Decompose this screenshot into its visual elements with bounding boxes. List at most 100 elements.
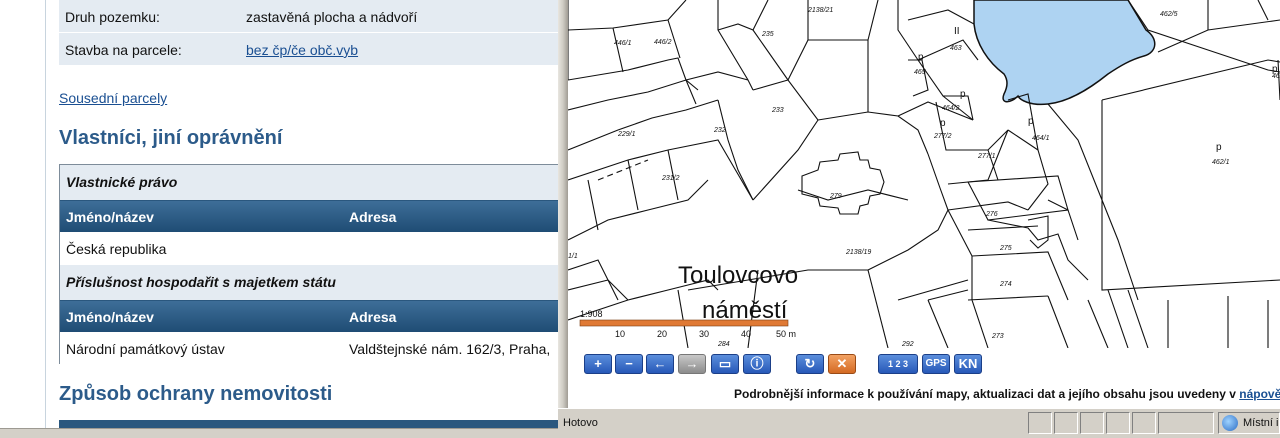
street-name: Toulovcovo xyxy=(678,262,798,289)
scale-tick: 30 xyxy=(699,329,709,339)
plus-icon: + xyxy=(594,356,602,371)
management-section-title: Příslušnost hospodařit s majetkem státu xyxy=(66,274,336,290)
parcel-label: 233 xyxy=(771,107,784,114)
parcel-label: II xyxy=(954,26,960,37)
cadastral-map[interactable]: 446/1 446/2 235 2138/21 463 465 462/5 46… xyxy=(568,0,1280,348)
kn-button[interactable]: KN xyxy=(954,354,982,374)
coordinates-icon: 1 2 3 xyxy=(887,359,909,369)
symbol-p: p xyxy=(1272,64,1278,75)
symbol-p: p xyxy=(940,118,946,129)
col-address-header: Adresa xyxy=(349,309,397,325)
globe-icon xyxy=(1222,415,1238,431)
map-canvas[interactable]: 446/1 446/2 235 2138/21 463 465 462/5 46… xyxy=(568,0,1280,348)
owners-table: Vlastnické právo Jméno/název Adresa Česk… xyxy=(59,164,558,365)
owners-table-header: Jméno/název Adresa xyxy=(60,200,558,232)
parcel-label: 274 xyxy=(999,281,1012,288)
parcel-label: 463 xyxy=(950,45,962,52)
land-type-value: zastavěná plocha a nádvoří xyxy=(246,9,418,25)
help-link[interactable]: nápovědě xyxy=(1239,387,1280,401)
scale-ratio: 1:908 xyxy=(580,309,603,319)
status-cell xyxy=(1080,412,1104,434)
coordinates-button[interactable]: 1 2 3 xyxy=(878,354,918,374)
pan-left-button[interactable]: ← xyxy=(646,354,674,374)
zone-text: Místní in xyxy=(1243,417,1279,429)
neighbor-parcels-link[interactable]: Sousední parcely xyxy=(59,90,167,106)
parcel-label: 464/1 xyxy=(1032,135,1050,142)
parcel-label: 277/2 xyxy=(933,133,952,140)
parcel-label: 446/2 xyxy=(654,39,672,46)
pane-splitter[interactable] xyxy=(558,0,568,438)
parcel-label: 446/1 xyxy=(614,40,632,47)
parcel-label: 232 xyxy=(713,127,726,134)
owner-name: Česká republika xyxy=(66,241,167,257)
status-cell xyxy=(1132,412,1156,434)
status-cell xyxy=(1028,412,1052,434)
symbol-p: p xyxy=(1028,116,1034,127)
status-cell xyxy=(1106,412,1130,434)
scale-tick: 20 xyxy=(657,329,667,339)
zoom-out-button[interactable]: − xyxy=(615,354,643,374)
refresh-icon: ↻ xyxy=(804,356,816,371)
gps-button[interactable]: GPS xyxy=(922,354,950,374)
parcel-label: 2138/19 xyxy=(845,249,871,256)
col-name-header: Jméno/název xyxy=(66,309,154,325)
owners-heading: Vlastníci, jiní oprávnění xyxy=(59,127,283,149)
refresh-button[interactable]: ↻ xyxy=(796,354,824,374)
minus-icon: − xyxy=(625,356,633,371)
info-button[interactable]: ⓘ xyxy=(743,354,771,374)
arrow-left-icon: ← xyxy=(653,356,667,371)
land-type-row: Druh pozemku: zastavěná plocha a nádvoří xyxy=(59,0,558,33)
map-info-text: Podrobnější informace k používání mapy, … xyxy=(734,387,1280,401)
zoom-in-button[interactable]: + xyxy=(584,354,612,374)
manager-address: Valdštejnské nám. 162/3, Praha, xyxy=(349,341,551,357)
left-status-strip xyxy=(0,428,558,438)
scale-tick: 40 xyxy=(741,329,751,339)
left-margin-line xyxy=(45,0,46,428)
parcel-label: 462/5 xyxy=(1160,11,1178,18)
parcel-label: 1/1 xyxy=(568,253,578,260)
parcel-label: 2138/21 xyxy=(807,7,833,14)
symbol-p: p xyxy=(960,89,966,100)
symbol-p: p xyxy=(918,52,924,63)
status-text: Hotovo xyxy=(563,417,598,429)
pan-right-button[interactable]: → xyxy=(678,354,706,374)
scale-tick: 10 xyxy=(615,329,625,339)
parcel-label: 229/1 xyxy=(617,131,636,138)
close-icon: ✕ xyxy=(836,356,848,371)
parcel-label: 284 xyxy=(717,341,730,348)
close-button[interactable]: ✕ xyxy=(828,354,856,374)
parcel-label: 235 xyxy=(761,31,774,38)
arrow-right-icon: → xyxy=(685,356,699,371)
management-table-header: Jméno/název Adresa xyxy=(60,300,558,332)
table-row: Česká republika xyxy=(60,232,558,265)
rectangle-icon: ▭ xyxy=(718,356,732,371)
building-label: Stavba na parcele: xyxy=(65,42,182,58)
parcel-label: 275 xyxy=(999,245,1012,252)
security-zone[interactable]: Místní in xyxy=(1218,412,1280,434)
ownership-section: Vlastnické právo xyxy=(60,165,558,200)
gps-label: GPS xyxy=(925,358,947,369)
map-toolbar: + − ← → ▭ ⓘ ↻ ✕ 1 2 3 GPS KN Podrobnější… xyxy=(568,348,1280,406)
scale-tick: 50 m xyxy=(776,329,796,339)
info-icon: ⓘ xyxy=(750,356,764,371)
parcel-label: 231/2 xyxy=(661,175,680,182)
ownership-section-title: Vlastnické právo xyxy=(66,174,178,190)
land-type-label: Druh pozemku: xyxy=(65,9,160,25)
parcel-label: 464/2 xyxy=(942,105,960,112)
kn-label: KN xyxy=(958,356,978,371)
parcel-label: 279 xyxy=(829,193,842,200)
parcel-detail-pane: Druh pozemku: zastavěná plocha a nádvoří… xyxy=(0,0,558,438)
info-text: Podrobnější informace k používání mapy, … xyxy=(734,387,1236,401)
parcel-label: 292 xyxy=(901,341,914,348)
management-section: Příslušnost hospodařit s majetkem státu xyxy=(60,265,558,300)
status-cell xyxy=(1054,412,1078,434)
symbol-p: p xyxy=(1216,142,1222,153)
table-row: Národní památkový ústav Valdštejnské nám… xyxy=(60,332,558,365)
protection-heading: Způsob ochrany nemovitosti xyxy=(59,383,333,405)
parcel-label: 273 xyxy=(991,333,1004,340)
parcel-label: 462/1 xyxy=(1212,159,1230,166)
status-cell xyxy=(1158,412,1214,434)
zoom-rect-button[interactable]: ▭ xyxy=(711,354,739,374)
status-bar: Hotovo Místní in xyxy=(558,408,1280,438)
building-link[interactable]: bez čp/če obč.vyb xyxy=(246,42,358,58)
